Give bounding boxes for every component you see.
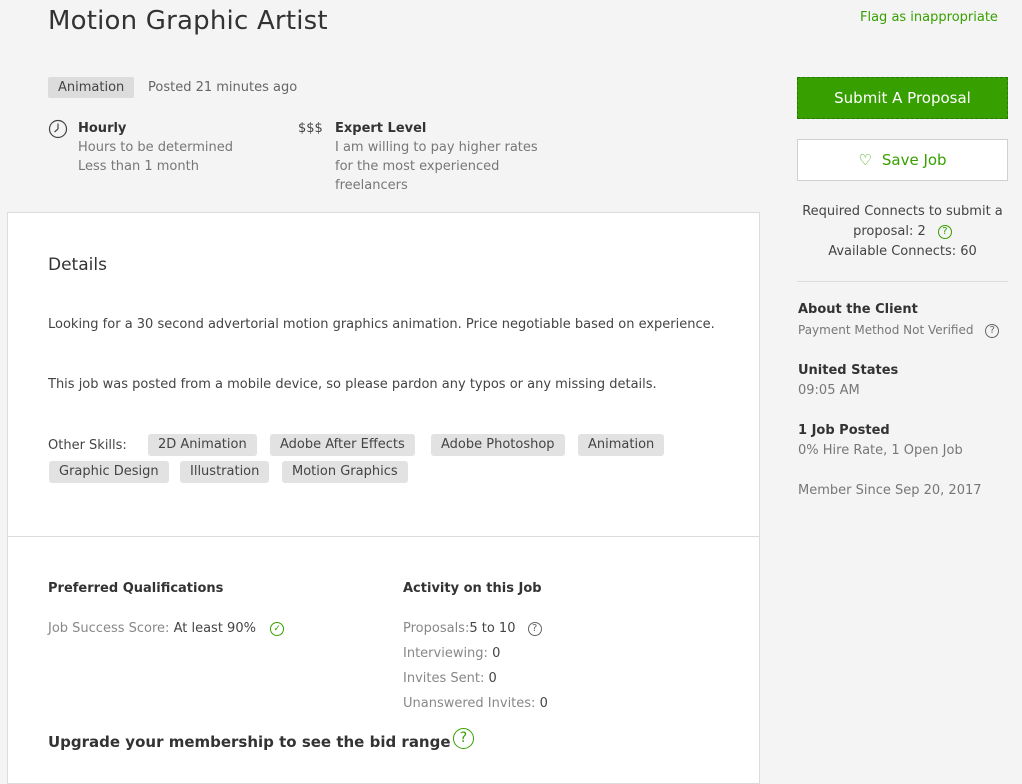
connects-required-value-row: proposal: 2 ? bbox=[797, 222, 1008, 242]
interviewing-label: Interviewing: bbox=[403, 646, 488, 661]
card-divider bbox=[8, 536, 759, 537]
payment-status: Payment Method Not Verified bbox=[798, 323, 974, 337]
interviewing-value: 0 bbox=[492, 646, 501, 661]
unanswered-invites-row: Unanswered Invites: 0 bbox=[403, 696, 548, 711]
proposals-value: 5 to 10 bbox=[469, 621, 516, 636]
check-circle-icon: ✓ bbox=[270, 621, 285, 636]
skill-chip[interactable]: Graphic Design bbox=[49, 461, 169, 483]
invites-sent-value: 0 bbox=[488, 671, 497, 686]
save-job-label: Save Job bbox=[881, 151, 947, 169]
flag-inappropriate-link[interactable]: Flag as inappropriate bbox=[860, 10, 998, 25]
details-card: Details Looking for a 30 second advertor… bbox=[7, 212, 760, 784]
experience-level-desc-line2: for the most experienced bbox=[335, 159, 500, 174]
connects-required-value: proposal: 2 bbox=[853, 224, 926, 239]
skill-chip[interactable]: Adobe After Effects bbox=[270, 434, 415, 456]
category-badge[interactable]: Animation bbox=[48, 77, 135, 98]
unanswered-invites-label: Unanswered Invites: bbox=[403, 696, 536, 711]
job-duration-length: Less than 1 month bbox=[78, 159, 199, 174]
experience-level-title: Expert Level bbox=[335, 121, 427, 136]
upgrade-membership-text: Upgrade your membership to see the bid r… bbox=[48, 733, 451, 751]
interviewing-row: Interviewing: 0 bbox=[403, 646, 500, 661]
help-icon[interactable]: ? bbox=[527, 621, 542, 636]
job-duration-hours: Hours to be determined bbox=[78, 140, 234, 155]
sidebar-divider bbox=[797, 281, 1008, 282]
invites-sent-row: Invites Sent: 0 bbox=[403, 671, 497, 686]
client-member-since: Member Since Sep 20, 2017 bbox=[798, 483, 982, 498]
client-jobs-posted: 1 Job Posted bbox=[798, 423, 890, 438]
activity-heading: Activity on this Job bbox=[403, 581, 542, 596]
dollar-icon: $$$ bbox=[298, 121, 323, 136]
skill-chip[interactable]: Adobe Photoshop bbox=[431, 434, 565, 456]
experience-level-desc-line1: I am willing to pay higher rates bbox=[335, 140, 538, 155]
client-hire-rate: 0% Hire Rate, 1 Open Job bbox=[798, 443, 963, 458]
about-client-heading: About the Client bbox=[798, 302, 918, 317]
heart-icon: ♡ bbox=[858, 151, 872, 169]
unanswered-invites-value: 0 bbox=[539, 696, 548, 711]
other-skills-label: Other Skills: bbox=[48, 438, 127, 453]
connects-available: Available Connects: 60 bbox=[828, 244, 977, 259]
skill-chip[interactable]: Animation bbox=[578, 434, 665, 456]
job-success-score-row: Job Success Score: At least 90% ✓ bbox=[48, 621, 285, 636]
job-success-score-label: Job Success Score: bbox=[48, 621, 170, 636]
help-icon[interactable]: ? bbox=[985, 323, 1000, 338]
job-success-score-value: At least 90% bbox=[173, 621, 256, 636]
experience-level-desc-line3: freelancers bbox=[335, 178, 408, 193]
client-country: United States bbox=[798, 363, 899, 378]
client-local-time: 09:05 AM bbox=[798, 383, 860, 398]
invites-sent-label: Invites Sent: bbox=[403, 671, 485, 686]
clock-icon bbox=[48, 119, 68, 139]
job-title: Motion Graphic Artist bbox=[48, 6, 328, 36]
preferred-qualifications-heading: Preferred Qualifications bbox=[48, 581, 224, 596]
skill-chip[interactable]: 2D Animation bbox=[148, 434, 257, 456]
connects-info: Required Connects to submit a proposal: … bbox=[797, 202, 1008, 262]
details-heading: Details bbox=[48, 255, 107, 275]
job-description-paragraph: Looking for a 30 second advertorial moti… bbox=[48, 317, 715, 332]
skill-chip[interactable]: Illustration bbox=[180, 461, 270, 483]
help-icon[interactable]: ? bbox=[453, 728, 474, 749]
proposals-row: Proposals:5 to 10 ? bbox=[403, 621, 542, 636]
skill-chip[interactable]: Motion Graphics bbox=[282, 461, 408, 483]
mobile-post-notice: This job was posted from a mobile device… bbox=[48, 377, 657, 392]
payment-status-row: Payment Method Not Verified ? bbox=[798, 323, 1000, 338]
posted-time: Posted 21 minutes ago bbox=[148, 80, 298, 95]
submit-proposal-button[interactable]: Submit A Proposal bbox=[797, 77, 1008, 119]
save-job-button[interactable]: ♡ Save Job bbox=[797, 139, 1008, 181]
connects-required-line: Required Connects to submit a bbox=[802, 204, 1003, 219]
job-type-title: Hourly bbox=[78, 121, 127, 136]
help-icon[interactable]: ? bbox=[937, 224, 952, 239]
proposals-label: Proposals: bbox=[403, 621, 470, 636]
